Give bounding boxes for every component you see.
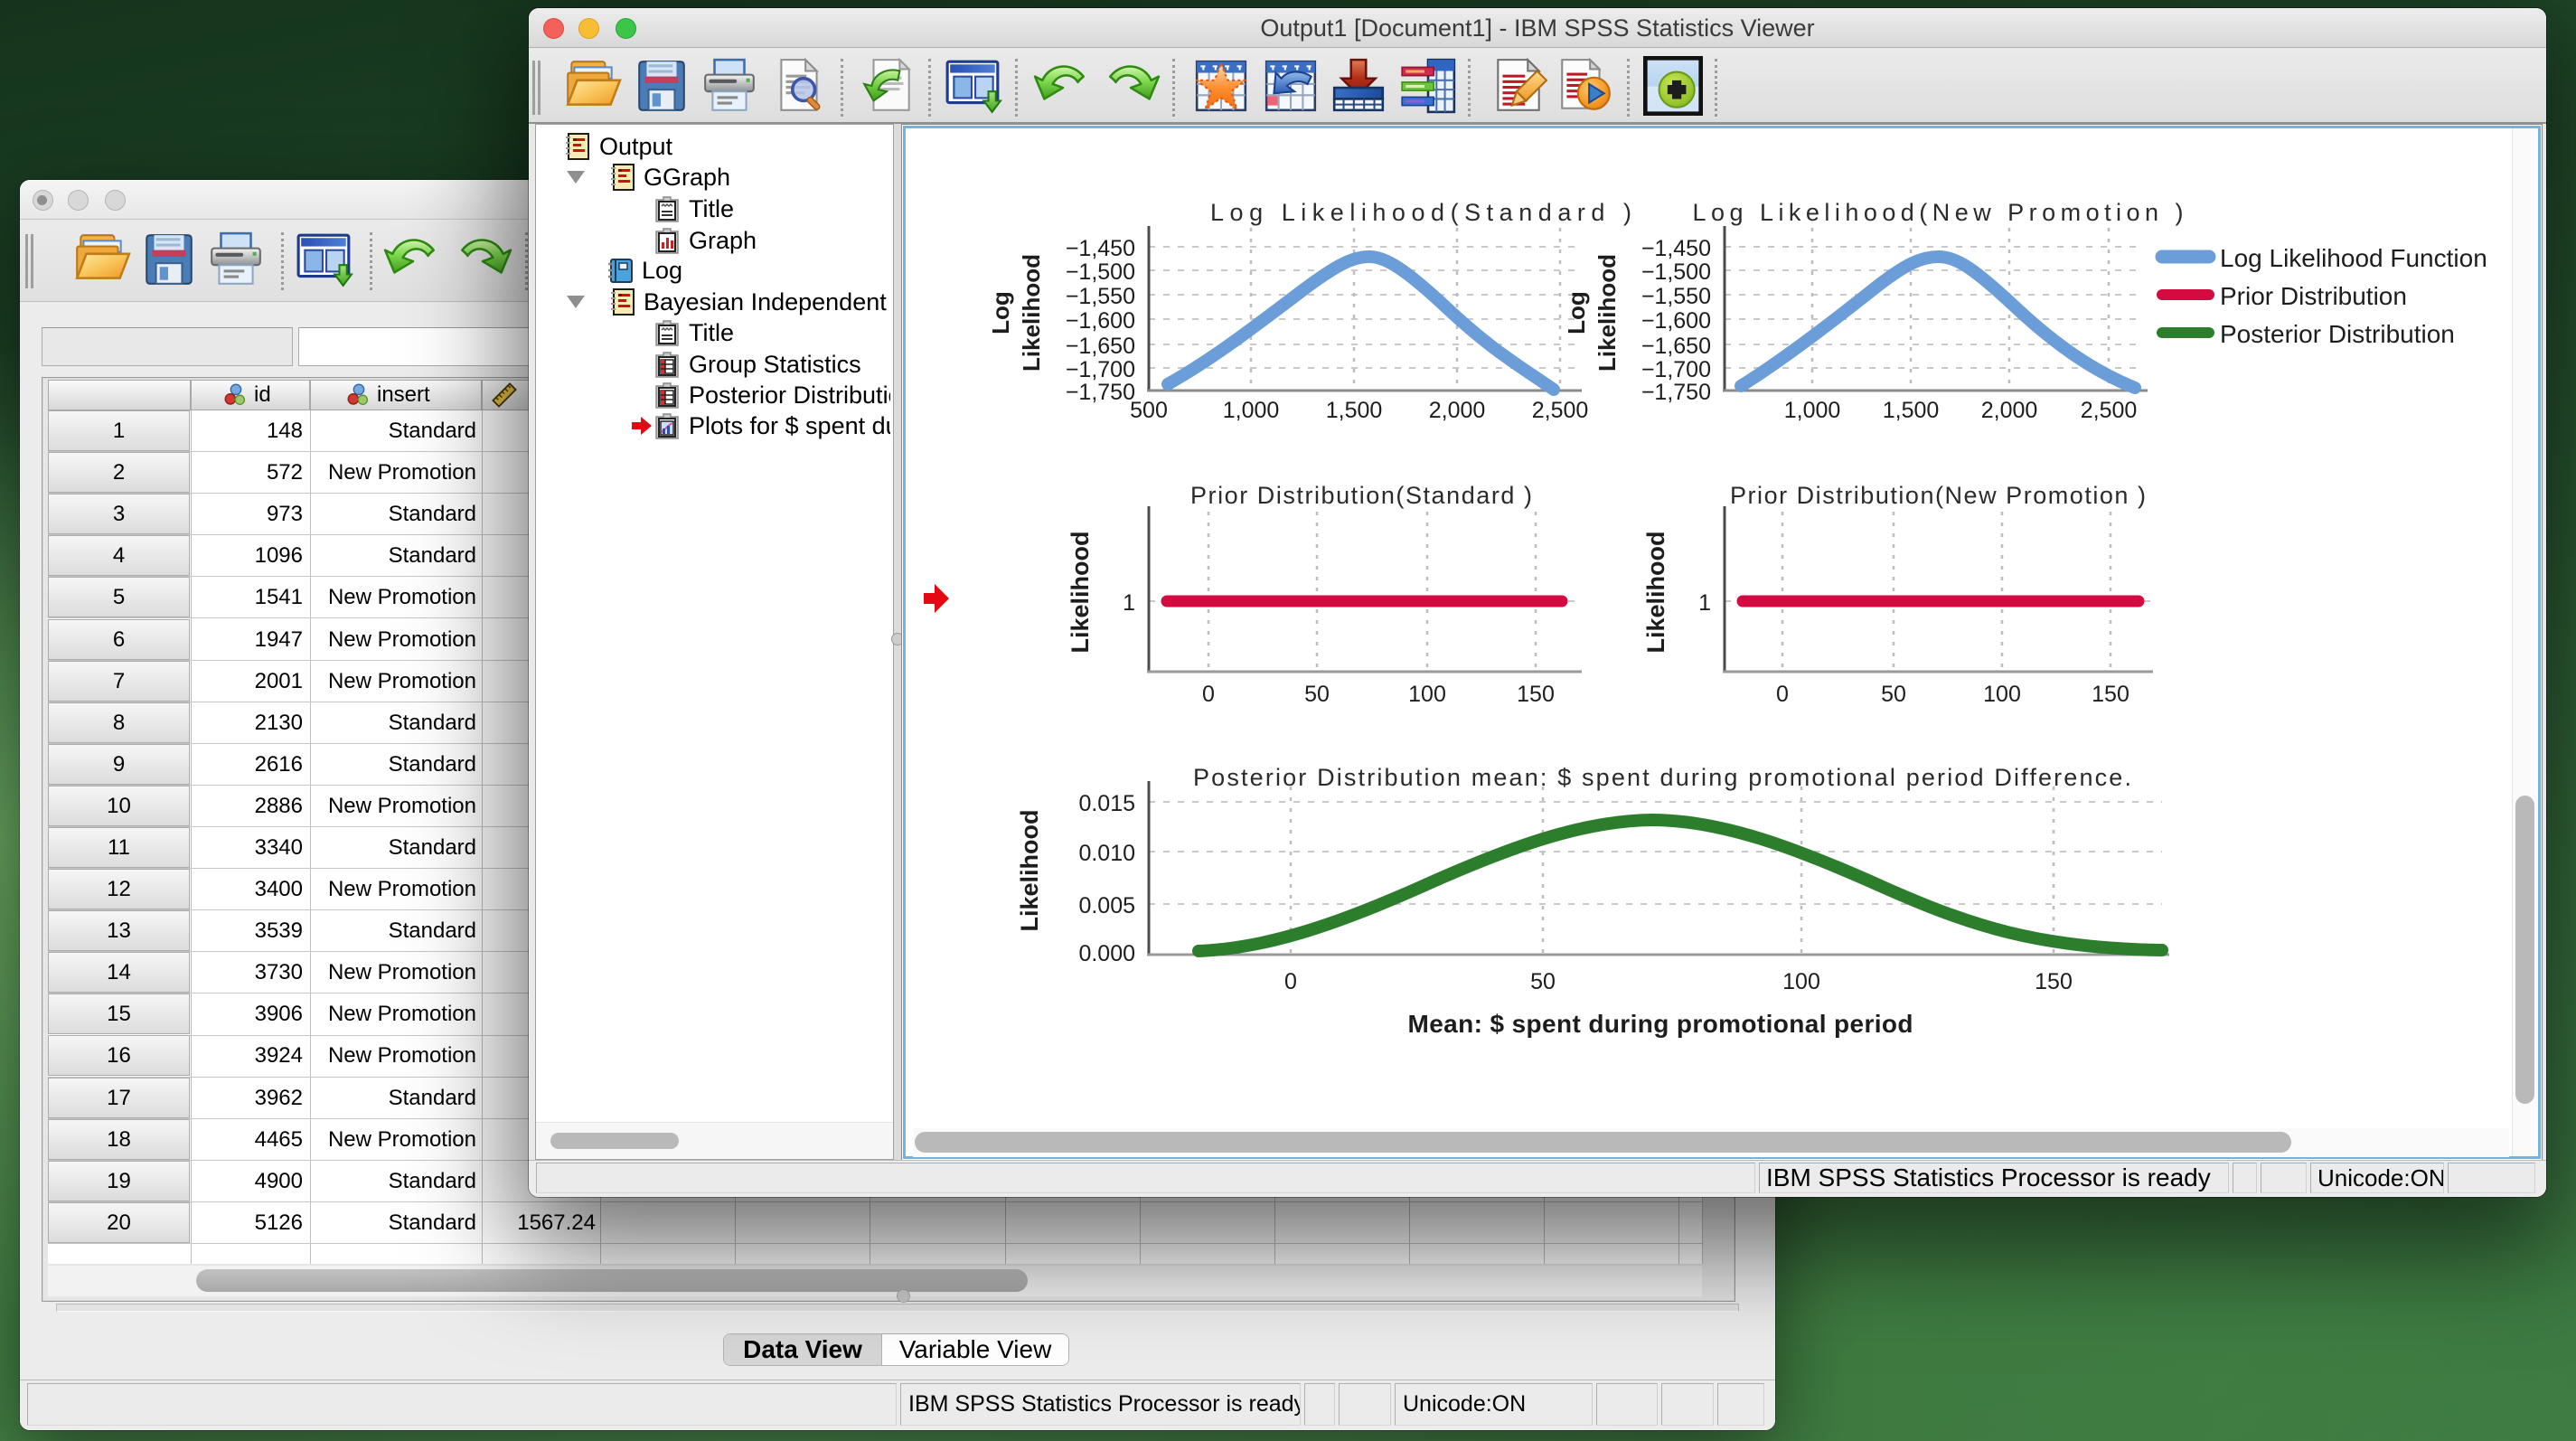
svg-text:Log Likelihood(New Promotion ): Log Likelihood(New Promotion ): [1693, 199, 2186, 226]
svg-text:Prior Distribution: Prior Distribution: [2220, 282, 2407, 310]
svg-text:Likelihood: Likelihood: [1067, 532, 1094, 654]
svg-text:Likelihood: Likelihood: [1594, 254, 1621, 372]
svg-text:150: 150: [1517, 682, 1555, 707]
svg-text:0.015: 0.015: [1078, 791, 1135, 816]
svg-text:−1,600: −1,600: [1066, 308, 1135, 334]
svg-text:−1,750: −1,750: [1066, 380, 1135, 405]
svg-text:Prior Distribution(New Promoti: Prior Distribution(New Promotion ): [1730, 482, 2148, 509]
svg-text:0.000: 0.000: [1078, 941, 1135, 966]
svg-text:−1,650: −1,650: [1641, 334, 1711, 359]
svg-text:−1,450: −1,450: [1641, 236, 1711, 261]
svg-text:150: 150: [2092, 682, 2129, 707]
svg-text:Posterior Distribution mean: $: Posterior Distribution mean: $ spent dur…: [1193, 764, 2133, 791]
svg-text:0: 0: [1776, 682, 1789, 707]
svg-text:0: 0: [1284, 969, 1297, 994]
svg-text:100: 100: [1408, 682, 1446, 707]
svg-text:−1,550: −1,550: [1641, 284, 1711, 309]
svg-text:Log Likelihood Function: Log Likelihood Function: [2220, 244, 2487, 272]
svg-text:100: 100: [1782, 969, 1820, 994]
svg-text:Mean: $ spent during promotion: Mean: $ spent during promotional period: [1408, 1010, 1913, 1038]
svg-text:50: 50: [1530, 969, 1556, 994]
svg-text:150: 150: [2035, 969, 2073, 994]
svg-text:1,500: 1,500: [1883, 398, 1940, 423]
svg-text:1: 1: [1123, 590, 1135, 616]
svg-text:Likelihood: Likelihood: [1642, 532, 1669, 654]
svg-text:Prior Distribution(Standard ): Prior Distribution(Standard ): [1190, 482, 1534, 509]
svg-text:Likelihood: Likelihood: [1018, 254, 1045, 372]
svg-text:1,500: 1,500: [1326, 398, 1383, 423]
svg-text:−1,750: −1,750: [1641, 380, 1711, 405]
svg-text:0: 0: [1202, 682, 1215, 707]
svg-text:−1,600: −1,600: [1641, 308, 1711, 334]
svg-text:−1,450: −1,450: [1066, 236, 1135, 261]
svg-text:Posterior Distribution: Posterior Distribution: [2220, 320, 2455, 348]
svg-text:−1,500: −1,500: [1066, 259, 1135, 285]
svg-text:Log: Log: [1563, 291, 1590, 334]
svg-text:50: 50: [1304, 682, 1330, 707]
svg-text:−1,700: −1,700: [1066, 357, 1135, 382]
svg-text:Likelihood: Likelihood: [1016, 810, 1043, 932]
svg-text:−1,550: −1,550: [1066, 284, 1135, 309]
svg-text:50: 50: [1881, 682, 1906, 707]
svg-text:Log: Log: [987, 291, 1014, 334]
svg-text:0.010: 0.010: [1078, 841, 1135, 866]
svg-text:−1,650: −1,650: [1066, 334, 1135, 359]
svg-text:2,500: 2,500: [1532, 398, 1589, 423]
svg-text:−1,500: −1,500: [1641, 259, 1711, 285]
svg-text:100: 100: [1983, 682, 2021, 707]
svg-text:2,000: 2,000: [1981, 398, 2038, 423]
svg-text:2,500: 2,500: [2081, 398, 2138, 423]
svg-text:0.005: 0.005: [1078, 893, 1135, 918]
svg-text:1: 1: [1698, 590, 1711, 616]
svg-text:Log Likelihood(Standard ): Log Likelihood(Standard ): [1210, 199, 1633, 226]
svg-text:1,000: 1,000: [1223, 398, 1280, 423]
svg-text:2,000: 2,000: [1429, 398, 1486, 423]
svg-text:500: 500: [1130, 398, 1168, 423]
svg-text:−1,700: −1,700: [1641, 357, 1711, 382]
svg-text:1,000: 1,000: [1784, 398, 1841, 423]
